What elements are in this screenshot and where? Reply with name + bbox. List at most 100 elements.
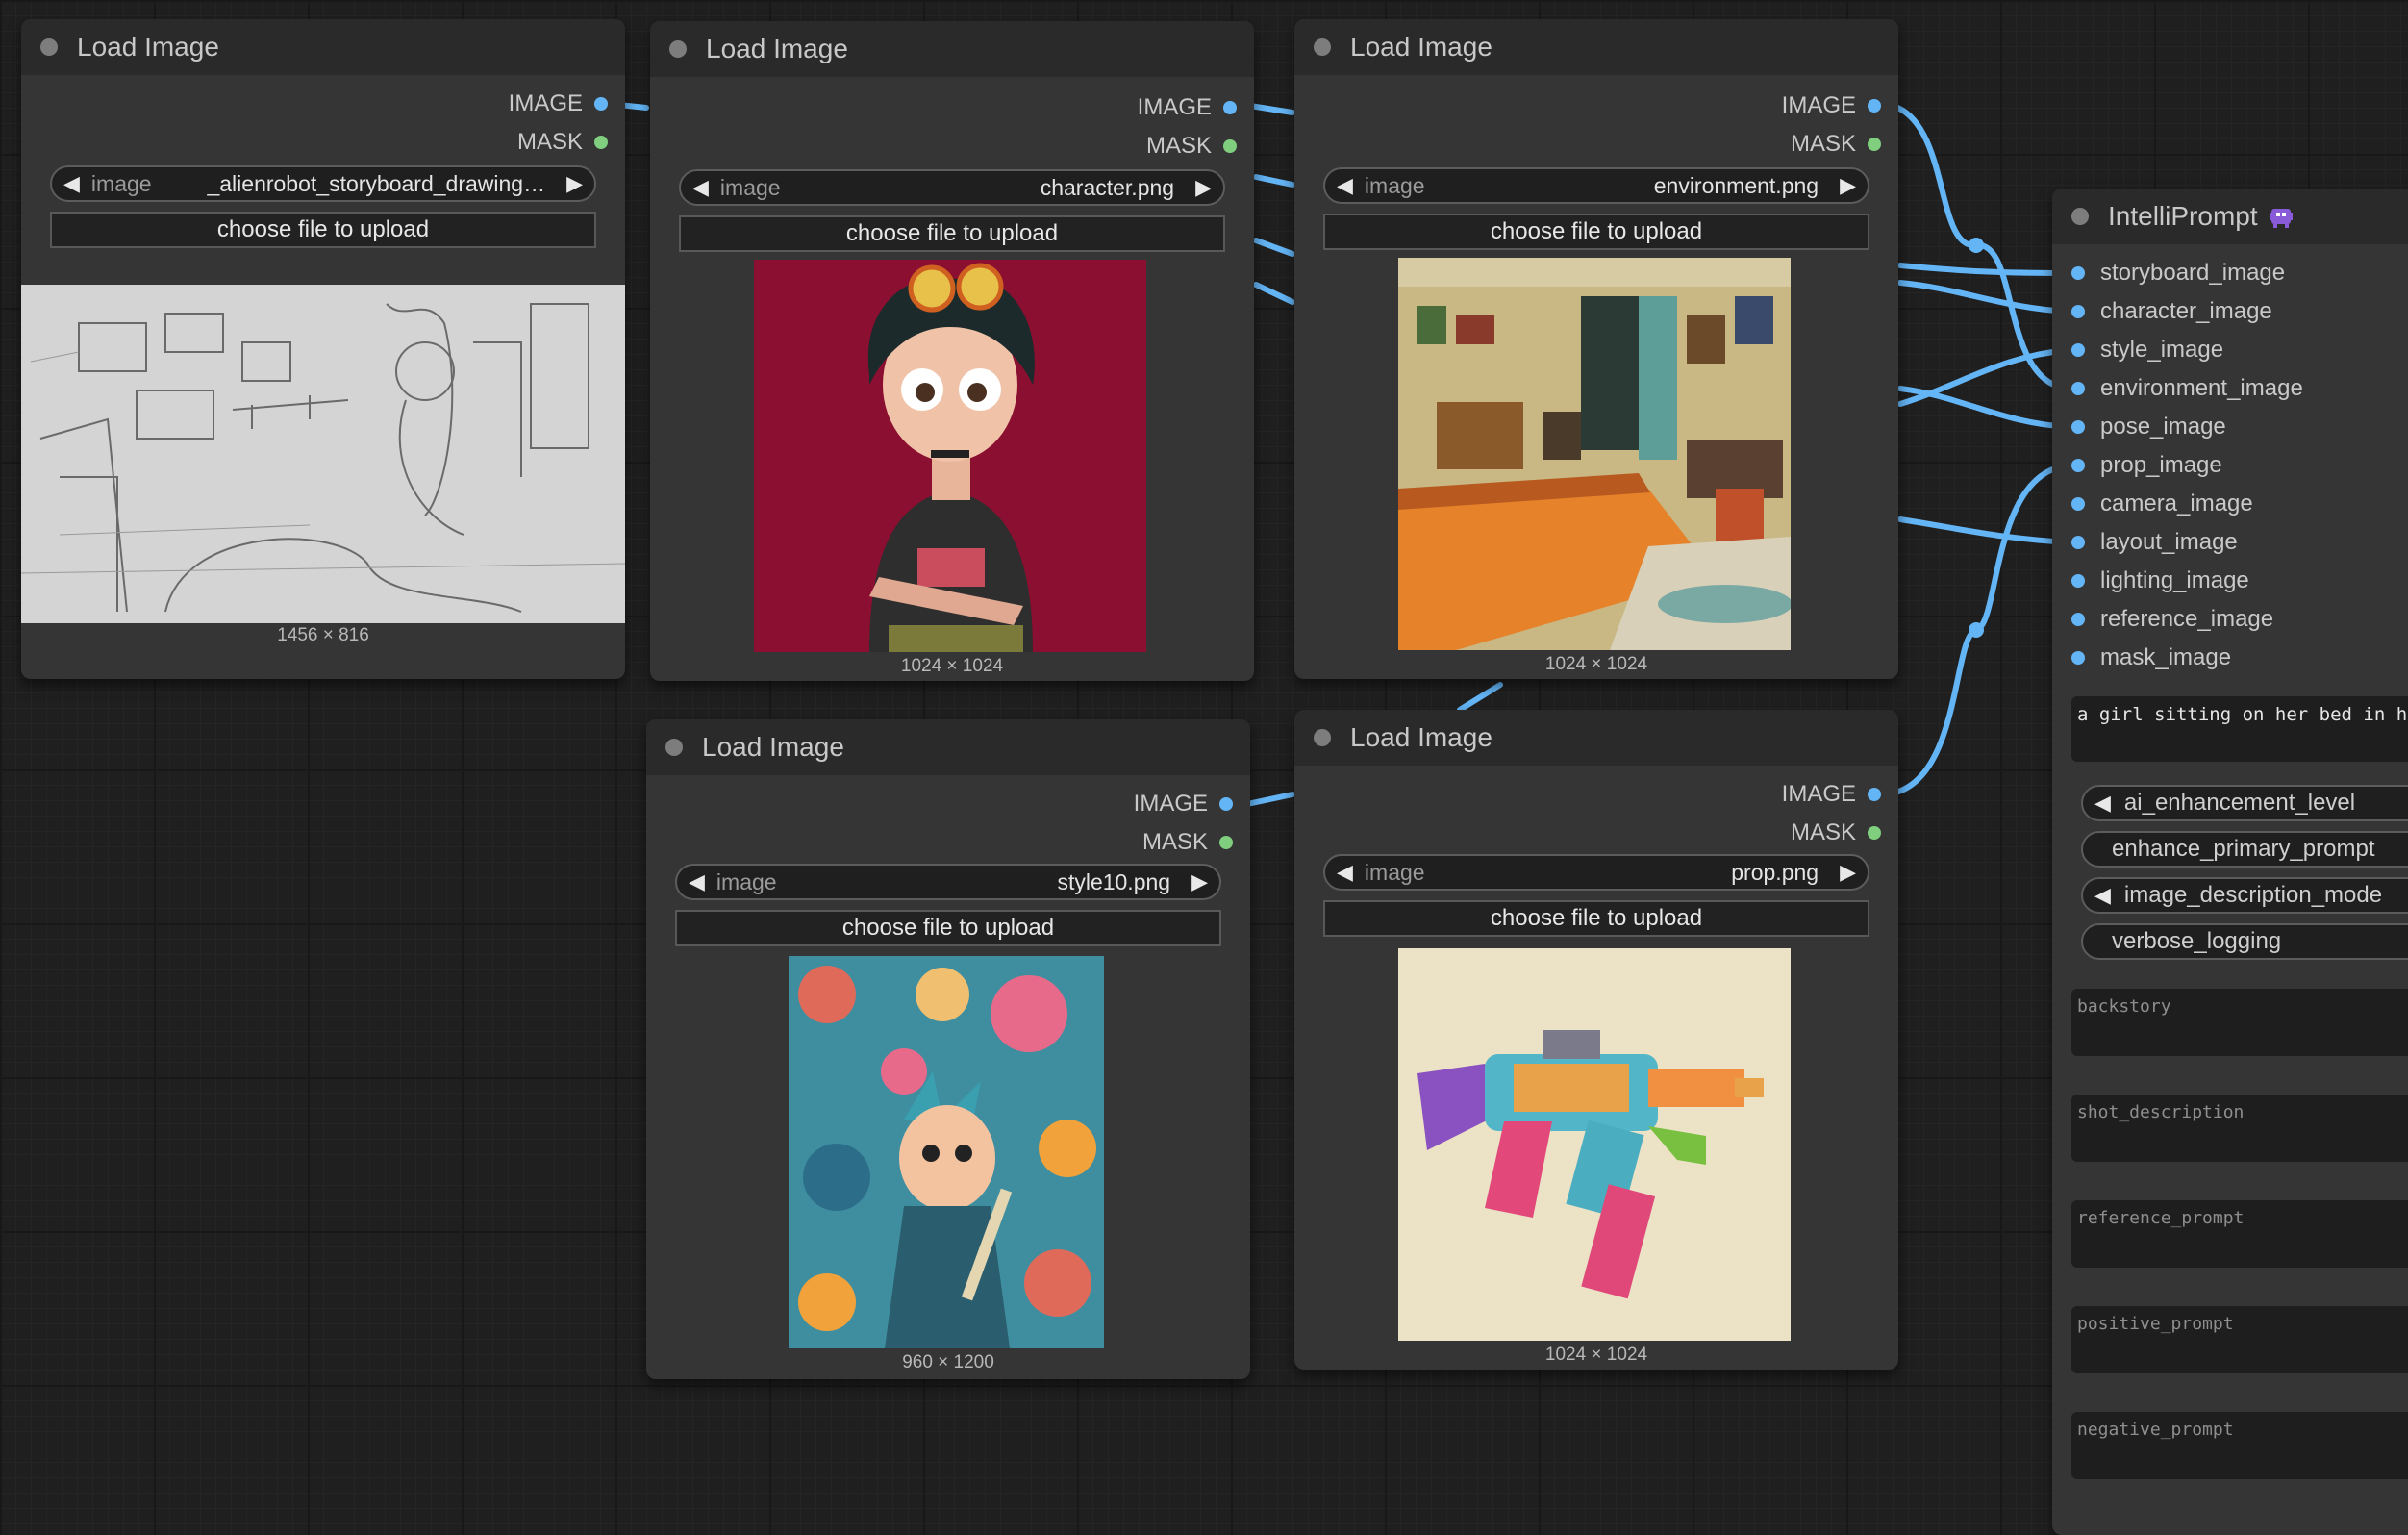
image-combo[interactable]: ◀ image style10.png ▶: [675, 864, 1221, 900]
input-socket[interactable]: [2071, 266, 2085, 280]
combo-value[interactable]: character.png: [781, 175, 1185, 201]
input-socket[interactable]: [2071, 459, 2085, 472]
arrow-left-icon[interactable]: ◀: [1325, 173, 1365, 198]
input-camera_image[interactable]: camera_image: [2071, 485, 2253, 523]
upload-button[interactable]: choose file to upload: [1323, 900, 1869, 937]
arrow-right-icon[interactable]: ▶: [1828, 860, 1868, 885]
input-socket[interactable]: [2071, 420, 2085, 434]
combo-value[interactable]: style10.png: [777, 869, 1181, 895]
arrow-right-icon[interactable]: ▶: [1184, 175, 1223, 200]
collapse-dot[interactable]: [1314, 38, 1331, 56]
mask-output-socket[interactable]: [1219, 836, 1233, 849]
load-image-node-storyboard[interactable]: Load Image IMAGE MASK ◀ image _alienrobo…: [21, 19, 625, 679]
image-output-socket[interactable]: [1219, 797, 1233, 811]
arrow-right-icon[interactable]: ▶: [1180, 869, 1219, 894]
image-output-socket[interactable]: [594, 97, 608, 111]
output-mask[interactable]: MASK: [1791, 814, 1881, 852]
output-mask[interactable]: MASK: [1146, 127, 1237, 165]
upload-button[interactable]: choose file to upload: [50, 212, 596, 248]
collapse-dot[interactable]: [669, 40, 687, 58]
arrow-right-icon[interactable]: ▶: [1828, 173, 1868, 198]
input-style_image[interactable]: style_image: [2071, 331, 2223, 369]
output-image[interactable]: IMAGE: [1782, 775, 1881, 814]
input-socket[interactable]: [2071, 536, 2085, 549]
arrow-left-icon[interactable]: ◀: [2083, 791, 2120, 816]
node-header[interactable]: Load Image: [21, 19, 625, 75]
enhance-primary-prompt-toggle[interactable]: enhance_primary_prompt: [2081, 831, 2408, 868]
input-socket[interactable]: [2071, 497, 2085, 511]
output-image[interactable]: IMAGE: [509, 85, 608, 123]
mask-output-socket[interactable]: [1868, 826, 1881, 840]
node-header[interactable]: Load Image: [1294, 710, 1898, 766]
collapse-dot[interactable]: [665, 739, 683, 756]
input-character_image[interactable]: character_image: [2071, 292, 2272, 331]
mask-output-socket[interactable]: [1223, 139, 1237, 153]
image-output-socket[interactable]: [1868, 788, 1881, 801]
intelliprompt-node[interactable]: IntelliPrompt storyboard_image character…: [2052, 189, 2408, 1535]
negative-prompt-textarea[interactable]: negative_prompt: [2071, 1412, 2408, 1479]
combo-value[interactable]: environment.png: [1425, 173, 1829, 199]
upload-button[interactable]: choose file to upload: [679, 215, 1225, 252]
input-prop_image[interactable]: prop_image: [2071, 446, 2222, 485]
input-socket[interactable]: [2071, 382, 2085, 395]
mask-output-socket[interactable]: [1868, 138, 1881, 151]
arrow-left-icon[interactable]: ◀: [1325, 860, 1365, 885]
input-socket[interactable]: [2071, 343, 2085, 357]
output-image[interactable]: IMAGE: [1782, 87, 1881, 125]
image-output-socket[interactable]: [1223, 101, 1237, 114]
reference-prompt-textarea[interactable]: reference_prompt: [2071, 1200, 2408, 1268]
input-environment_image[interactable]: environment_image: [2071, 369, 2303, 408]
arrow-left-icon[interactable]: ◀: [681, 175, 720, 200]
prompt-textarea[interactable]: a girl sitting on her bed in her: [2071, 696, 2408, 762]
image-combo[interactable]: ◀ image character.png ▶: [679, 169, 1225, 206]
arrow-left-icon[interactable]: ◀: [52, 171, 91, 196]
output-mask[interactable]: MASK: [1791, 125, 1881, 164]
load-image-node-character[interactable]: Load Image IMAGE MASK ◀ image character.…: [650, 21, 1254, 681]
input-layout_image[interactable]: layout_image: [2071, 523, 2238, 562]
image-combo[interactable]: ◀ image _alienrobot_storyboard_drawing… …: [50, 165, 596, 202]
image-combo[interactable]: ◀ image prop.png ▶: [1323, 854, 1869, 891]
image-combo[interactable]: ◀ image environment.png ▶: [1323, 167, 1869, 204]
image-description-mode-combo[interactable]: ◀ image_description_mode: [2081, 877, 2408, 914]
upload-button[interactable]: choose file to upload: [675, 910, 1221, 946]
node-header[interactable]: Load Image: [646, 719, 1250, 775]
input-lighting_image[interactable]: lighting_image: [2071, 562, 2249, 600]
output-label: IMAGE: [1781, 781, 1856, 807]
node-header[interactable]: Load Image: [650, 21, 1254, 77]
input-storyboard_image[interactable]: storyboard_image: [2071, 254, 2285, 292]
input-socket[interactable]: [2071, 613, 2085, 626]
arrow-left-icon[interactable]: ◀: [677, 869, 716, 894]
positive-prompt-textarea[interactable]: positive_prompt: [2071, 1306, 2408, 1373]
backstory-textarea[interactable]: backstory: [2071, 989, 2408, 1056]
input-socket[interactable]: [2071, 651, 2085, 665]
arrow-left-icon[interactable]: ◀: [2083, 883, 2120, 908]
input-socket[interactable]: [2071, 305, 2085, 318]
input-socket[interactable]: [2071, 574, 2085, 588]
collapse-dot[interactable]: [2071, 208, 2089, 225]
output-image[interactable]: IMAGE: [1134, 785, 1233, 823]
load-image-node-prop[interactable]: Load Image IMAGE MASK ◀ image prop.png ▶…: [1294, 710, 1898, 1370]
collapse-dot[interactable]: [40, 38, 58, 56]
output-image[interactable]: IMAGE: [1138, 88, 1237, 127]
upload-button[interactable]: choose file to upload: [1323, 214, 1869, 250]
combo-value[interactable]: prop.png: [1425, 860, 1829, 886]
load-image-node-style[interactable]: Load Image IMAGE MASK ◀ image style10.pn…: [646, 719, 1250, 1379]
mask-output-socket[interactable]: [594, 136, 608, 149]
image-output-socket[interactable]: [1868, 99, 1881, 113]
input-reference_image[interactable]: reference_image: [2071, 600, 2273, 639]
input-pose_image[interactable]: pose_image: [2071, 408, 2226, 446]
combo-value[interactable]: _alienrobot_storyboard_drawing…: [152, 171, 556, 197]
output-mask[interactable]: MASK: [1142, 823, 1233, 862]
output-mask[interactable]: MASK: [517, 123, 608, 162]
node-header[interactable]: Load Image: [1294, 19, 1898, 75]
node-header[interactable]: IntelliPrompt: [2052, 189, 2408, 244]
input-label: character_image: [2100, 298, 2272, 324]
image-dimensions: 960 × 1200: [902, 1352, 994, 1372]
shot-description-textarea[interactable]: shot_description: [2071, 1095, 2408, 1162]
arrow-right-icon[interactable]: ▶: [555, 171, 594, 196]
verbose-logging-toggle[interactable]: verbose_logging: [2081, 923, 2408, 960]
collapse-dot[interactable]: [1314, 729, 1331, 746]
ai-enhancement-level-combo[interactable]: ◀ ai_enhancement_level: [2081, 785, 2408, 821]
input-mask_image[interactable]: mask_image: [2071, 639, 2231, 677]
load-image-node-environment[interactable]: Load Image IMAGE MASK ◀ image environmen…: [1294, 19, 1898, 679]
